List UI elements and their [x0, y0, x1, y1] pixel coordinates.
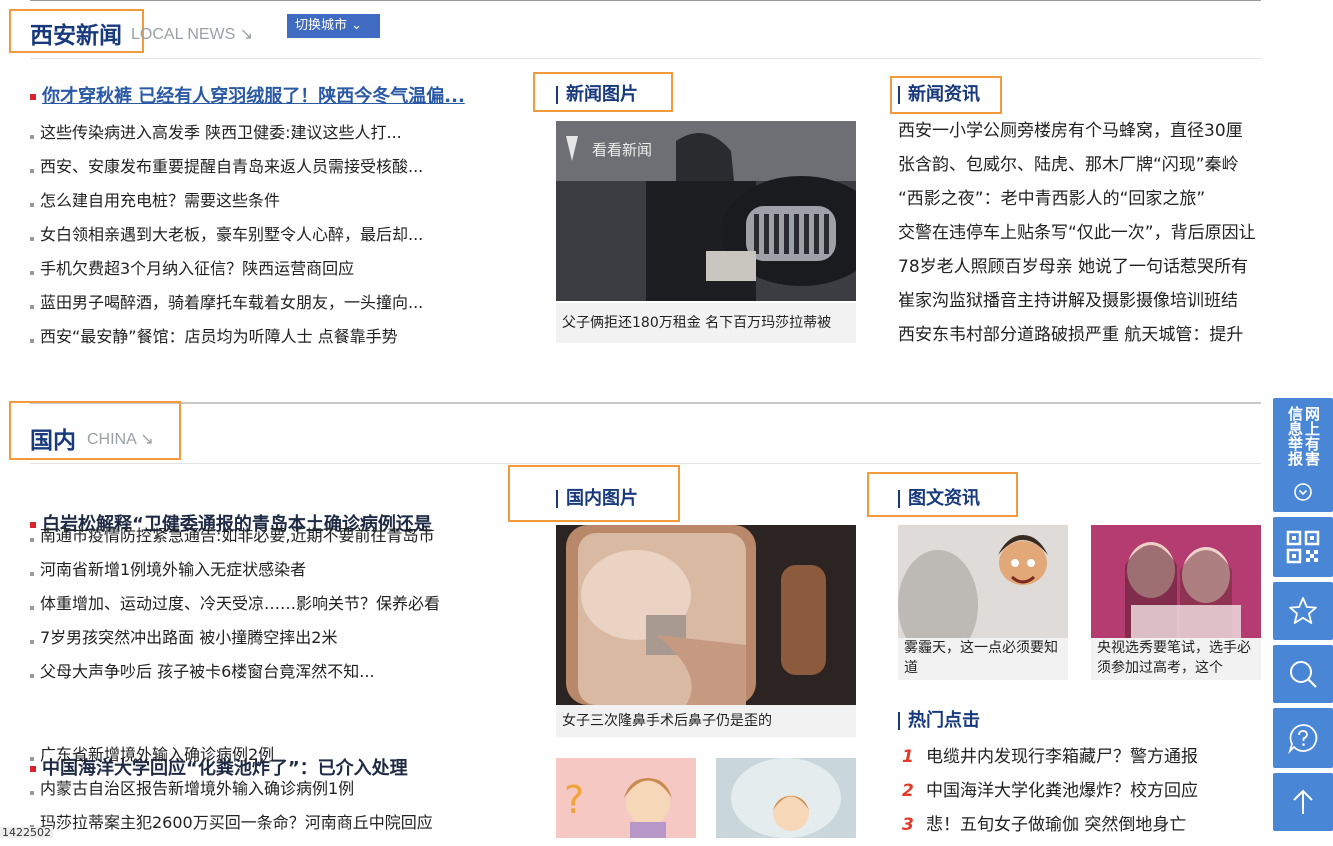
china-header-underline	[30, 463, 1261, 464]
section-divider	[30, 402, 1261, 404]
pic-card-1-art	[898, 525, 1068, 638]
news-photo-title[interactable]: 新闻图片	[556, 86, 638, 104]
rank-number: 1	[902, 747, 914, 767]
rank-number: 2	[902, 781, 914, 801]
news-info-list: 西安一小学公厕旁楼房有个马蜂窝，直径30厘 张含韵、包威尔、陆虎、那木厂牌“闪现…	[898, 118, 1261, 356]
china-section-subtitle: CHINA ↘	[87, 431, 154, 448]
china-thumb-2[interactable]	[716, 758, 856, 838]
search-icon	[1290, 661, 1317, 688]
back-to-top-button[interactable]	[1273, 773, 1333, 831]
chevron-down-circle-icon	[1294, 483, 1312, 501]
list-item[interactable]: 交警在违停车上贴条写“仅此一次”，背后原因让	[898, 220, 1261, 254]
list-item[interactable]: 河南省新增1例境外输入无症状感染者	[30, 557, 500, 591]
rank-number: 3	[902, 815, 914, 835]
china-section-title[interactable]: 国内	[30, 421, 76, 455]
china-photo[interactable]	[556, 525, 856, 705]
pic-card-1-image[interactable]	[898, 525, 1068, 638]
pic-card-2-art	[1091, 525, 1261, 638]
help-button[interactable]	[1273, 708, 1333, 768]
china-news-list-1: 南通市疫情防控紧急通告:如非必要,近期不要前往青岛市 河南省新增1例境外输入无症…	[30, 523, 500, 693]
list-item[interactable]: 7岁男孩突然冲出路面 被小撞腾空摔出2米	[30, 625, 500, 659]
local-section-title[interactable]: 西安新闻	[30, 16, 122, 50]
cartoon-thumb-image: ?	[564, 778, 672, 838]
china-news-list-2: 广东省新增境外输入确诊病例2例 内蒙古自治区报告新增境外输入确诊病例1例 玛莎拉…	[30, 742, 500, 844]
list-item[interactable]: 广东省新增境外输入确诊病例2例	[30, 742, 500, 776]
pic-info-title[interactable]: 图文资讯	[898, 490, 980, 508]
qr-code-icon	[1286, 530, 1320, 564]
hot-clicks-list: 1 电缆井内发现行李箱藏尸？警方通报 2 中国海洋大学化粪池爆炸？校方回应 3 …	[898, 744, 1261, 846]
hot-item-text: 电缆井内发现行李箱藏尸？警方通报	[926, 747, 1198, 767]
hot-item-text: 中国海洋大学化粪池爆炸？校方回应	[926, 781, 1198, 801]
visit-counter: 1422502	[0, 827, 53, 838]
list-item[interactable]: 蓝田男子喝醉酒，骑着摩托车载着女朋友，一头撞向...	[30, 290, 500, 324]
svg-text:?: ?	[564, 778, 584, 822]
china-photo-title[interactable]: 国内图片	[556, 490, 638, 508]
qr-code-button[interactable]	[1273, 517, 1333, 577]
list-item[interactable]: 西安一小学公厕旁楼房有个马蜂窝，直径30厘	[898, 118, 1261, 152]
list-item[interactable]: 1 电缆井内发现行李箱藏尸？警方通报	[898, 744, 1261, 778]
search-button[interactable]	[1273, 645, 1333, 703]
list-item[interactable]: 西安“最安静”餐馆：店员均为听障人士 点餐靠手势	[30, 324, 500, 358]
news-photo[interactable]: 看看新闻	[556, 121, 856, 301]
news-photo-watermark: 看看新闻	[592, 141, 653, 159]
list-item[interactable]: 体重增加、运动过度、冷天受凉……影响关节？保养必看	[30, 591, 500, 625]
china-photo-caption[interactable]: 女子三次隆鼻手术后鼻子仍是歪的	[556, 705, 856, 737]
switch-city-button[interactable]: 切换城市 ⌄	[287, 14, 380, 38]
list-item[interactable]: 3 悲！五旬女子做瑜伽 突然倒地身亡	[898, 812, 1261, 846]
arrow-up-icon	[1293, 789, 1313, 814]
list-item[interactable]: 西安、安康发布重要提醒自青岛来返人员需接受核酸...	[30, 154, 500, 188]
pic-card-2-caption[interactable]: 央视选秀要笔试，选手必须参加过高考，这个	[1091, 638, 1261, 680]
list-item[interactable]: 崔家沟监狱播音主持讲解及摄影摄像培训班结	[898, 288, 1261, 322]
news-info-title[interactable]: 新闻资讯	[898, 86, 980, 104]
report-label: 网上有害信息举报	[1286, 406, 1321, 466]
list-item[interactable]: 2 中国海洋大学化粪池爆炸？校方回应	[898, 778, 1261, 812]
list-item[interactable]: 张含韵、包威尔、陆虎、那木厂牌“闪现”秦岭	[898, 152, 1261, 186]
news-photo-caption[interactable]: 父子俩拒还180万租金 名下百万玛莎拉蒂被	[556, 303, 856, 343]
list-item[interactable]: 父母大声争吵后 孩子被卡6楼窗台竟浑然不知...	[30, 659, 500, 693]
list-item[interactable]: 这些传染病进入高发季 陕西卫健委:建议这些人打...	[30, 120, 500, 154]
local-news-list: 这些传染病进入高发季 陕西卫健委:建议这些人打... 西安、安康发布重要提醒自青…	[30, 120, 500, 358]
local-section-subtitle: LOCAL NEWS ↘	[131, 26, 254, 43]
china-photo-image	[556, 525, 856, 705]
local-header-underline	[30, 58, 1261, 59]
top-divider	[30, 0, 1261, 1]
favorite-button[interactable]	[1273, 582, 1333, 640]
list-item[interactable]: 怎么建自用充电桩？需要这些条件	[30, 188, 500, 222]
list-item[interactable]: 手机欠费超3个月纳入征信？陕西运营商回应	[30, 256, 500, 290]
list-item[interactable]: 南通市疫情防控紧急通告:如非必要,近期不要前往青岛市	[30, 523, 500, 557]
question-chat-icon	[1288, 724, 1318, 754]
china-thumb-1[interactable]: ?	[556, 758, 696, 838]
local-headline[interactable]: 你才穿秋裤 已经有人穿羽绒服了！陕西今冬气温偏...	[30, 85, 532, 109]
list-item[interactable]: 西安东韦村部分道路破损严重 航天城管：提升	[898, 322, 1261, 356]
star-icon	[1289, 597, 1317, 624]
cartoon-thumb-image	[731, 758, 841, 838]
hot-item-text: 悲！五旬女子做瑜伽 突然倒地身亡	[926, 815, 1187, 835]
pic-card-2-image[interactable]	[1091, 525, 1261, 638]
hot-clicks-title[interactable]: 热门点击	[898, 712, 980, 730]
list-item[interactable]: 玛莎拉蒂案主犯2600万买回一条命？河南商丘中院回应	[30, 810, 500, 844]
list-item[interactable]: “西影之夜”：老中青西影人的“回家之旅”	[898, 186, 1261, 220]
pic-card-1-caption[interactable]: 雾霾天，这一点必须要知道	[898, 638, 1068, 680]
list-item[interactable]: 78岁老人照顾百岁母亲 她说了一句话惹哭所有	[898, 254, 1261, 288]
report-harmful-info-button[interactable]: 网上有害信息举报	[1273, 398, 1333, 512]
list-item[interactable]: 女白领相亲遇到大老板，豪车别墅令人心醉，最后却...	[30, 222, 500, 256]
list-item[interactable]: 内蒙古自治区报告新增境外输入确诊病例1例	[30, 776, 500, 810]
